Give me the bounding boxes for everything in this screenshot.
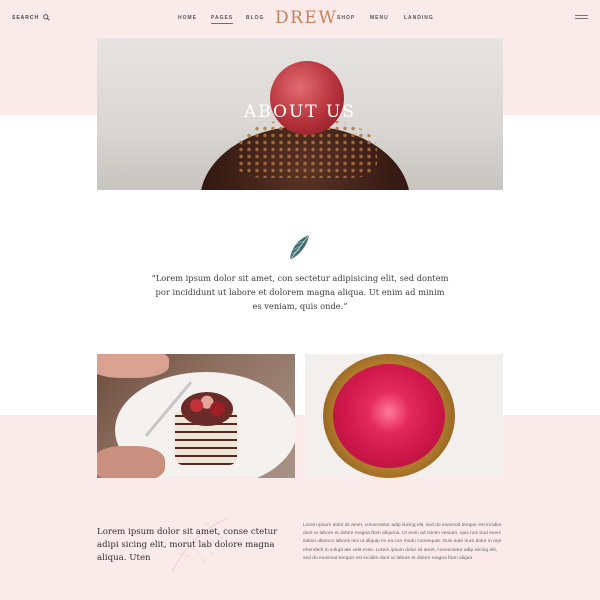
meringue-rose — [367, 392, 411, 432]
tart-photo — [305, 354, 503, 478]
testimonial-quote: “Lorem ipsum dolor sit amet, con sectetu… — [151, 273, 449, 311]
intro-body-text: Lorem ipsum dolor sit amet, consectetur … — [303, 523, 502, 561]
hero-image: ABOUT US — [97, 38, 503, 190]
lower-background-band — [0, 415, 600, 600]
leaf-icon — [289, 234, 310, 261]
nav-blog[interactable]: BLOG — [246, 15, 264, 21]
hand — [97, 354, 169, 378]
hamburger-menu-icon[interactable] — [575, 15, 588, 21]
nav-home[interactable]: HOME — [178, 15, 197, 21]
nav-landing[interactable]: LANDING — [404, 15, 434, 21]
hand — [97, 446, 165, 478]
nav-shop[interactable]: SHOP — [337, 15, 355, 21]
search-icon — [43, 14, 50, 21]
nav-pages[interactable]: PAGES — [211, 15, 234, 24]
search-button[interactable]: SEARCH — [12, 14, 50, 21]
site-logo[interactable]: DREW — [275, 8, 337, 28]
search-label: SEARCH — [12, 14, 40, 21]
pancake-photo — [97, 354, 295, 478]
site-header: SEARCH HOME PAGES BLOG DREW SHOP MENU LA… — [0, 0, 600, 38]
berry-topping — [181, 392, 233, 426]
intro-heading-text: Lorem ipsum dolor sit amet, conse ctetur… — [97, 527, 278, 563]
hero-title: ABOUT US — [243, 102, 357, 122]
raspberry-ball — [270, 61, 344, 135]
nav-menu[interactable]: MENU — [370, 15, 389, 21]
